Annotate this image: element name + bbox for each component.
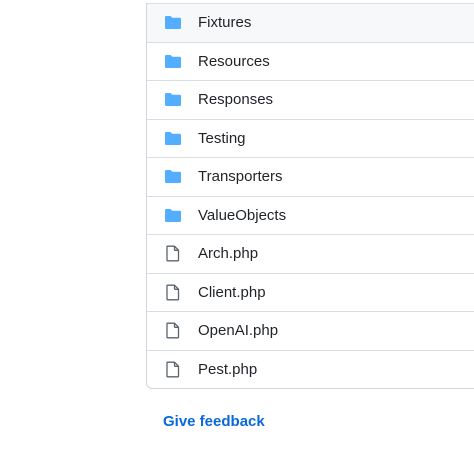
folder-icon: [163, 128, 183, 148]
file-icon: [163, 321, 183, 341]
file-icon: [163, 244, 183, 264]
file-row-label: Arch.php: [198, 245, 259, 263]
file-row-pest-php[interactable]: Pest.php: [147, 349, 474, 389]
file-icon: [163, 359, 183, 379]
folder-icon: [163, 167, 183, 187]
file-row-fixtures[interactable]: Fixtures: [147, 3, 474, 42]
file-row-arch-php[interactable]: Arch.php: [147, 234, 474, 273]
file-row-resources[interactable]: Resources: [147, 41, 474, 81]
file-row-label: Pest.php: [198, 360, 258, 378]
file-row-label: Responses: [198, 91, 274, 109]
file-row-label: OpenAI.php: [198, 322, 279, 340]
file-row-label: Client.php: [198, 283, 266, 301]
file-row-client-php[interactable]: Client.php: [147, 272, 474, 312]
file-list: Fixtures Resources Responses Testing Tra…: [146, 3, 474, 389]
file-icon: [163, 282, 183, 302]
file-row-label: Testing: [198, 129, 246, 147]
folder-icon: [163, 51, 183, 71]
page: Fixtures Resources Responses Testing Tra…: [0, 0, 474, 474]
file-row-label: ValueObjects: [198, 206, 287, 224]
file-row-label: Transporters: [198, 168, 283, 186]
folder-icon: [163, 205, 183, 225]
give-feedback-link[interactable]: Give feedback: [163, 413, 265, 430]
file-row-valueobjects[interactable]: ValueObjects: [147, 195, 474, 235]
file-row-responses[interactable]: Responses: [147, 80, 474, 119]
file-row-label: Resources: [198, 52, 270, 70]
file-row-label: Fixtures: [198, 14, 252, 32]
folder-icon: [163, 90, 183, 110]
folder-icon: [163, 13, 183, 33]
file-row-transporters[interactable]: Transporters: [147, 157, 474, 196]
file-row-testing[interactable]: Testing: [147, 118, 474, 158]
file-row-openai-php[interactable]: OpenAI.php: [147, 311, 474, 350]
